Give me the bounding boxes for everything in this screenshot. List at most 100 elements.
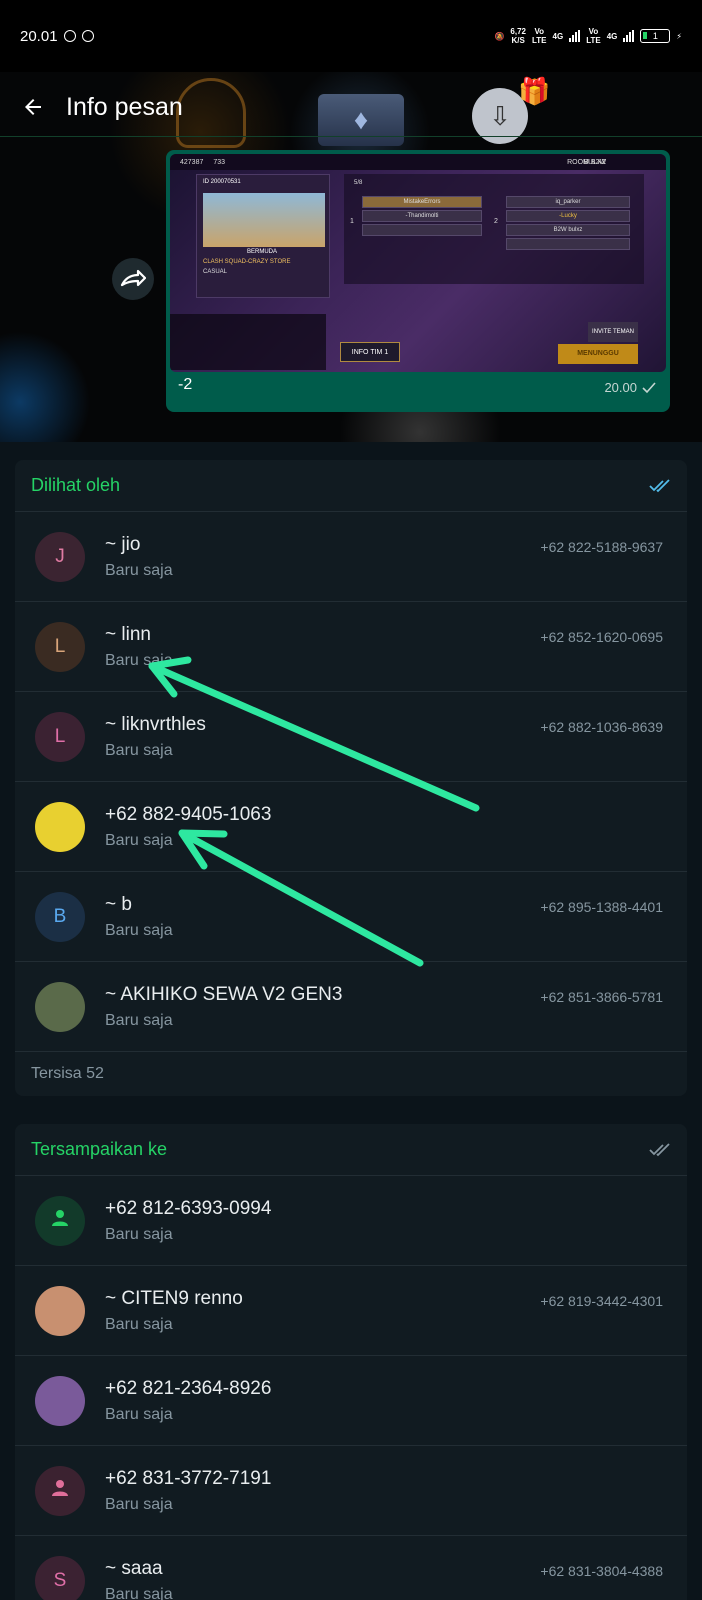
contact-name: ~ CITEN9 renno [105, 1287, 243, 1309]
contact-phone: +62 895-1388-4401 [540, 899, 663, 915]
avatar[interactable] [35, 1195, 85, 1246]
contact-time: Baru saja [105, 1405, 173, 1423]
game-team-panel: 5/8 1 MistakeErrors -Thandimolti 2 iq_pa… [344, 174, 644, 284]
double-check-delivered-icon [649, 1142, 670, 1156]
contact-row[interactable]: +62 821-2364-8926 Baru saja [15, 1356, 687, 1446]
signal-icon-2 [623, 30, 635, 42]
game-slot [362, 224, 482, 236]
contact-phone: +62 822-5188-9637 [540, 539, 663, 555]
game-room2: BULXZ [583, 158, 606, 166]
game-map-name: BERMUDA [247, 249, 278, 255]
contact-time: Baru saja [105, 741, 173, 759]
back-button[interactable] [18, 92, 48, 122]
game-chat [170, 314, 326, 370]
avatar[interactable] [35, 1465, 85, 1516]
contact-text: +62 882-9405-1063 Baru saja [105, 804, 271, 850]
contact-time: Baru saja [105, 561, 173, 579]
contact-row[interactable]: L ~ liknvrthles Baru saja +62 882-1036-8639 [15, 692, 687, 782]
contact-phone: +62 819-3442-4301 [540, 1293, 663, 1309]
message-timestamp: 20.00 [604, 380, 637, 395]
seen-by-title: Dilihat oleh [31, 475, 121, 495]
contact-time: Baru saja [105, 921, 173, 939]
game-team-a: 1 [350, 218, 354, 225]
game-wait-button: MENUNGGU [558, 344, 638, 364]
charging-icon: ⚡ [676, 31, 682, 41]
message-caption: -2 [178, 376, 193, 393]
contact-time: Baru saja [105, 1585, 173, 1600]
game-team-b: 2 [494, 218, 498, 225]
person-icon [49, 1477, 71, 1505]
game-info-button: INFO TIM 1 [340, 342, 400, 362]
contact-time: Baru saja [105, 1225, 173, 1243]
contact-text: +62 812-6393-0994 Baru saja [105, 1198, 271, 1244]
seen-by-header: Dilihat oleh [15, 460, 687, 512]
avatar[interactable]: B [35, 891, 85, 942]
game-id: ID 200070531 [203, 179, 241, 185]
contact-row[interactable]: J ~ jio Baru saja +62 822-5188-9637 [15, 512, 687, 602]
avatar[interactable]: S [35, 1555, 85, 1600]
contact-text: ~ b Baru saja [105, 894, 173, 940]
mute-icon: 🔕 [494, 31, 505, 41]
double-check-read-icon [649, 478, 670, 492]
contact-text: ~ CITEN9 renno Baru saja [105, 1288, 243, 1334]
contact-time: Baru saja [105, 1495, 173, 1513]
whatsapp-business-icon [81, 30, 94, 42]
avatar[interactable] [35, 801, 85, 852]
game-slot: B2W bulxz [506, 224, 630, 236]
message-time: 20.00 [604, 380, 656, 395]
game-map-card: ID 200070531 BERMUDA CLASH SQUAD-CRAZY S… [196, 174, 330, 298]
seen-by-section: Dilihat oleh J ~ jio Baru saja +62 822-5188… [15, 460, 687, 1096]
message-image[interactable]: 427387 733 ROOM B2W BULXZ ID 200070531 B… [170, 154, 666, 372]
remaining-count[interactable]: Tersisa 52 [15, 1052, 687, 1096]
delivered-header: Tersampaikan ke [15, 1124, 687, 1176]
contact-name: ~ AKIHIKO SEWA V2 GEN3 [105, 983, 343, 1005]
contact-text: +62 831-3772-7191 Baru saja [105, 1468, 271, 1514]
forward-icon [120, 269, 146, 287]
status-left: 20.01 [20, 28, 94, 45]
contact-phone: +62 882-1036-8639 [540, 719, 663, 735]
volte-2: Vo LTE [586, 27, 601, 45]
net-type-1: 4G [552, 31, 564, 41]
contact-row[interactable]: +62 831-3772-7191 Baru saja [15, 1446, 687, 1536]
contact-name: +62 831-3772-7191 [105, 1467, 272, 1489]
signal-icon-1 [569, 30, 581, 42]
avatar[interactable]: L [35, 711, 85, 762]
game-slot [506, 238, 630, 250]
contact-row[interactable]: +62 882-9405-1063 Baru saja [15, 782, 687, 872]
contact-name: +62 812-6393-0994 [105, 1197, 272, 1219]
contact-phone: +62 851-3866-5781 [540, 989, 663, 1005]
delivered-title: Tersampaikan ke [31, 1139, 168, 1159]
contact-text: ~ jio Baru saja [105, 534, 173, 580]
app-header: Info pesan [0, 72, 702, 142]
status-right: 🔕 6,72 K/S Vo LTE 4G Vo LTE 4G 1 ⚡ [494, 27, 682, 45]
avatar[interactable] [35, 1375, 85, 1426]
game-slot: MistakeErrors [362, 196, 482, 208]
game-topbar: 427387 733 ROOM B2W BULXZ [170, 154, 666, 170]
single-check-icon [642, 381, 656, 393]
game-count: 5/8 [354, 180, 363, 186]
contact-row[interactable]: ~ AKIHIKO SEWA V2 GEN3 Baru saja +62 851-3… [15, 962, 687, 1052]
contact-row[interactable]: ~ CITEN9 renno Baru saja +62 819-3442-4301 [15, 1266, 687, 1356]
contact-name: +62 821-2364-8926 [105, 1377, 272, 1399]
message-bubble[interactable]: 427387 733 ROOM B2W BULXZ ID 200070531 B… [166, 150, 670, 412]
contact-name: ~ liknvrthles [105, 713, 206, 735]
contact-row[interactable]: S ~ saaa Baru saja +62 831-3804-4388 [15, 1536, 687, 1600]
game-mode: CLASH SQUAD-CRAZY STORE [203, 259, 291, 265]
contact-row[interactable]: L ~ linn Baru saja +62 852-1620-0695 [15, 602, 687, 692]
avatar[interactable]: J [35, 531, 85, 582]
person-icon [49, 1207, 71, 1235]
contact-name: ~ b [105, 893, 132, 915]
delivered-section: Tersampaikan ke +62 812-6393-0994 Baru sa… [15, 1124, 687, 1600]
contact-row[interactable]: B ~ b Baru saja +62 895-1388-4401 [15, 872, 687, 962]
forward-button[interactable] [112, 258, 154, 300]
avatar[interactable] [35, 1285, 85, 1336]
avatar[interactable]: L [35, 621, 85, 672]
page-title: Info pesan [66, 92, 183, 121]
game-slot: -Lucky [506, 210, 630, 222]
delivered-list: +62 812-6393-0994 Baru saja ~ CITEN9 renno… [15, 1176, 687, 1600]
contact-phone: +62 852-1620-0695 [540, 629, 663, 645]
contact-row[interactable]: +62 812-6393-0994 Baru saja [15, 1176, 687, 1266]
contact-name: +62 882-9405-1063 [105, 803, 272, 825]
contact-time: Baru saja [105, 1011, 173, 1029]
avatar[interactable] [35, 981, 85, 1032]
